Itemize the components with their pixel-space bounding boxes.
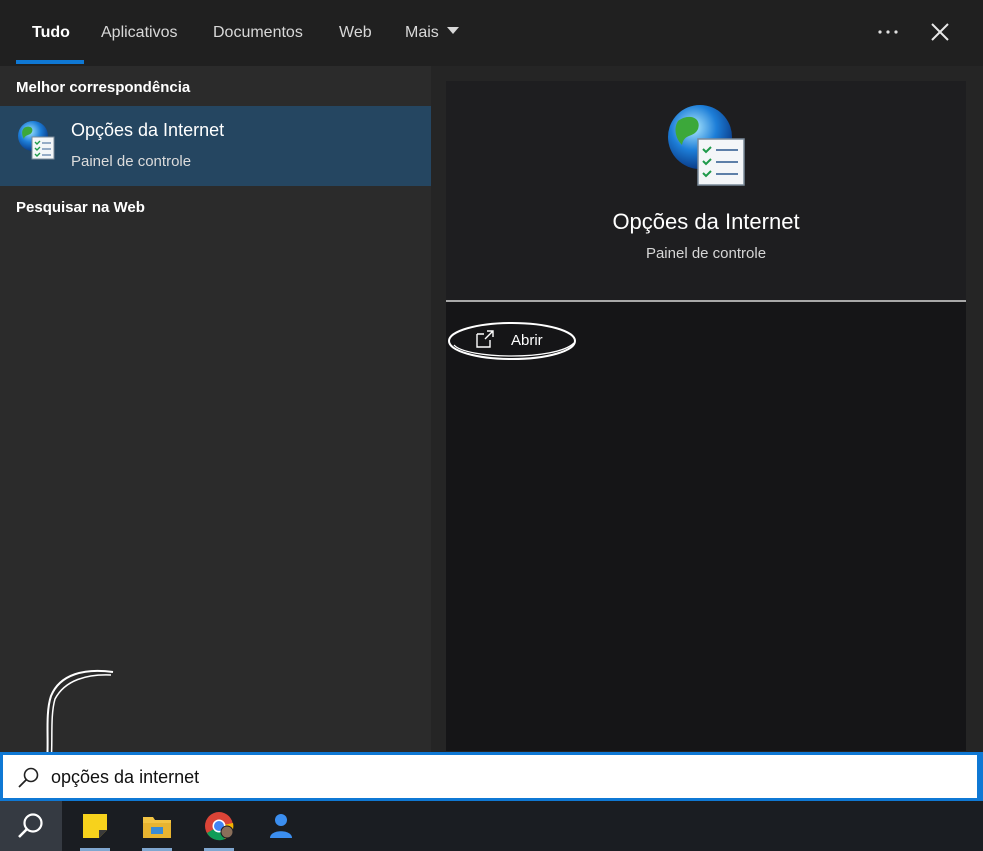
search-bar [0,752,983,801]
tab-aplicativos[interactable]: Aplicativos [101,22,177,44]
search-box [3,755,977,798]
detail-pane: Opções da Internet Painel de controle Ab… [431,66,983,752]
best-match-title: Opções da Internet [71,120,225,140]
detail-title: Opções da Internet [612,209,800,234]
tab-tudo[interactable]: Tudo [32,22,70,44]
internet-options-icon [18,121,55,160]
open-external-icon [476,330,494,348]
results-pane: Melhor correspondência Opções da Interne… [0,66,431,798]
taskbar [0,801,983,851]
taskbar-chrome[interactable] [194,801,244,851]
internet-options-icon [668,105,745,186]
best-match-result[interactable]: Opções da Internet Painel de controle [0,106,431,186]
search-icon [18,767,39,788]
taskbar-file-explorer[interactable] [132,801,182,851]
people-icon [270,814,292,838]
tab-mais[interactable]: Mais [405,22,459,44]
tab-mais-label: Mais [405,24,439,41]
best-match-heading: Melhor correspondência [16,79,191,96]
more-options-button[interactable] [870,14,906,50]
close-icon [931,23,949,41]
detail-header: Opções da Internet Painel de controle [446,81,966,301]
active-tab-indicator [16,60,84,64]
more-dots-icon [878,30,898,34]
detail-card: Opções da Internet Painel de controle Ab… [446,81,966,751]
close-button[interactable] [922,14,958,50]
best-match-subtitle: Painel de controle [71,153,192,170]
search-icon [18,813,43,838]
web-search-heading: Pesquisar na Web [16,199,145,216]
search-input[interactable] [51,761,951,793]
tab-web[interactable]: Web [339,22,372,44]
tab-documentos[interactable]: Documentos [213,22,303,44]
open-action-button[interactable]: Abrir [446,319,581,363]
taskbar-sticky-notes[interactable] [70,801,120,851]
taskbar-people[interactable] [256,801,306,851]
taskbar-search-button[interactable] [0,801,62,851]
search-tabs-bar: Tudo Aplicativos Documentos Web Mais [0,0,983,66]
detail-subtitle: Painel de controle [645,245,767,262]
file-explorer-icon [143,817,171,838]
divider [446,300,966,302]
chrome-icon [205,812,234,841]
sticky-notes-icon [83,814,107,838]
chevron-down-icon [446,27,459,35]
open-action-label: Abrir [511,332,543,349]
